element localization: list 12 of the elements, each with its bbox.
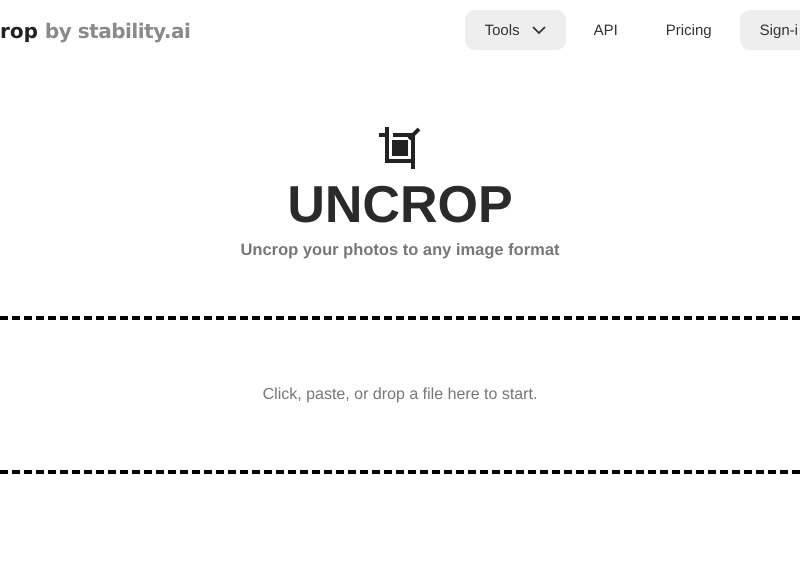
page-subtitle: Uncrop your photos to any image format: [240, 241, 560, 260]
nav-link[interactable]: API: [574, 10, 638, 50]
page-title: UNCROP: [287, 177, 513, 233]
chevron-down-icon: [532, 26, 546, 34]
crop-icon: [379, 127, 421, 169]
sign-in-button[interactable]: Sign-i: [740, 10, 800, 50]
logo-text[interactable]: rop: [0, 19, 38, 43]
drop-prompt: Click, paste, or drop a file here to start.: [262, 386, 538, 404]
file-drop-zone[interactable]: Click, paste, or drop a file here to start.: [0, 316, 800, 474]
tools-menu-button[interactable]: Tools: [464, 10, 566, 50]
logo-subtitle: by stability.ai: [44, 19, 190, 43]
nav-link[interactable]: Pricing: [646, 10, 732, 50]
